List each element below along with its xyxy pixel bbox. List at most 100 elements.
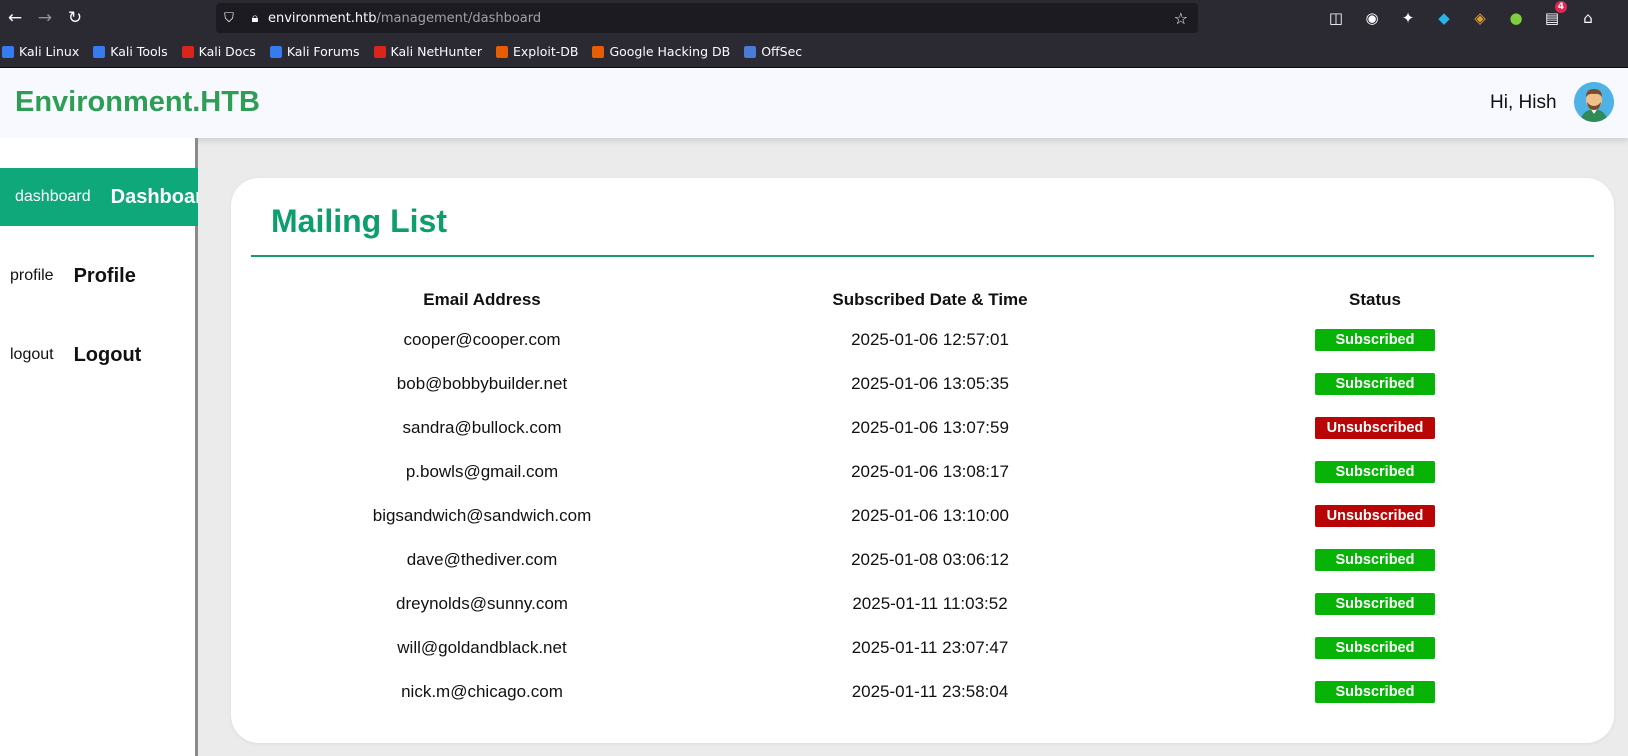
status-badge: Subscribed <box>1315 637 1435 659</box>
kali-tools-icon <box>93 45 106 58</box>
extensions-icon[interactable]: ✦ <box>1390 9 1426 27</box>
bookmarks-bar: Kali Linux Kali Tools Kali Docs Kali For… <box>0 36 1628 68</box>
extension-blue-icon[interactable]: ◆ <box>1426 9 1462 27</box>
status-cell: Subscribed <box>1153 626 1597 670</box>
status-badge: Subscribed <box>1315 549 1435 571</box>
table-row: sandra@bullock.com 2025-01-06 13:07:59 Uns… <box>257 406 1597 450</box>
table-row: dreynolds@sunny.com 2025-01-11 11:03:52 Su… <box>257 582 1597 626</box>
email-cell: p.bowls@gmail.com <box>405 462 559 481</box>
lock-icon[interactable]: 🔒︎ <box>242 11 268 26</box>
avatar[interactable] <box>1574 82 1614 122</box>
back-button[interactable]: ← <box>0 3 30 33</box>
bookmark-kali-linux[interactable]: Kali Linux <box>2 44 79 59</box>
date-cell: 2025-01-11 23:58:04 <box>851 682 1009 701</box>
mailing-list-card: Mailing List Email Address Subscribed Da… <box>231 178 1614 743</box>
date-cell: 2025-01-11 23:07:47 <box>851 638 1009 657</box>
table-row: bigsandwich@sandwich.com 2025-01-06 13:10… <box>257 494 1597 538</box>
kali-forums-icon <box>269 45 282 58</box>
account-icon[interactable]: ◉ <box>1354 9 1390 27</box>
status-badge: Subscribed <box>1315 461 1435 483</box>
google-hacking-db-icon <box>592 45 605 58</box>
extension-js-icon[interactable]: ● <box>1498 9 1534 27</box>
table-row: p.bowls@gmail.com 2025-01-06 13:08:17 Subs… <box>257 450 1597 494</box>
table-header-row: Email Address Subscribed Date & Time Sta… <box>257 282 1597 318</box>
status-badge: Subscribed <box>1315 681 1435 703</box>
kali-nethunter-icon <box>373 45 386 58</box>
bookmark-offsec[interactable]: OffSec <box>744 44 802 59</box>
table-row: will@goldandblack.net 2025-01-11 23:07:47… <box>257 626 1597 670</box>
status-badge: Subscribed <box>1315 593 1435 615</box>
notification-badge: 4 <box>1554 1 1567 13</box>
status-cell: Subscribed <box>1153 670 1597 714</box>
email-cell: sandra@bullock.com <box>402 418 562 437</box>
status-cell: Unsubscribed <box>1153 494 1597 538</box>
page-title: Mailing List <box>271 203 447 239</box>
date-cell: 2025-01-06 13:05:35 <box>851 374 1009 393</box>
bookmark-google-hacking-db[interactable]: Google Hacking DB <box>592 44 730 59</box>
home-icon[interactable]: ⌂ <box>1570 9 1606 27</box>
exploit-db-icon <box>496 45 509 58</box>
email-cell: will@goldandblack.net <box>397 638 567 657</box>
sidebar-item-label: Dashboard <box>110 185 198 208</box>
column-header-status: Status <box>1349 290 1401 309</box>
app-header: Environment.HTB Hi, Hish <box>0 68 1628 138</box>
status-badge: Subscribed <box>1315 329 1435 351</box>
column-header-date: Subscribed Date & Time <box>832 290 1028 309</box>
sidebar-item-key: profile <box>10 267 54 284</box>
column-header-email: Email Address <box>423 290 541 309</box>
bookmark-kali-docs[interactable]: Kali Docs <box>181 44 256 59</box>
url-path: /management/dashboard <box>376 10 542 26</box>
browser-toolbar: ← → ↻ ⛉ 🔒︎ environment.htb/management/da… <box>0 0 1628 36</box>
table-row: dave@thediver.com 2025-01-08 03:06:12 Subs… <box>257 538 1597 582</box>
email-cell: bob@bobbybuilder.net <box>396 374 568 393</box>
table-row: cooper@cooper.com 2025-01-06 12:57:01 Subs… <box>257 318 1597 362</box>
pocket-icon[interactable]: ◫ <box>1318 9 1354 27</box>
bookmark-kali-forums[interactable]: Kali Forums <box>269 44 360 59</box>
email-cell: bigsandwich@sandwich.com <box>372 506 592 525</box>
sidebar-item-dashboard[interactable]: dashboard Dashboard <box>0 168 198 226</box>
shield-icon[interactable]: ⛉ <box>216 11 242 26</box>
table-row: bob@bobbybuilder.net 2025-01-06 13:05:35 S… <box>257 362 1597 406</box>
sidebar-item-label: Profile <box>73 264 136 287</box>
avatar-icon <box>1574 82 1614 122</box>
date-cell: 2025-01-06 13:07:59 <box>851 418 1009 437</box>
status-badge: Unsubscribed <box>1315 505 1435 527</box>
email-cell: dreynolds@sunny.com <box>396 594 568 613</box>
user-greeting: Hi, Hish <box>1490 92 1557 113</box>
url-bar[interactable]: ⛉ 🔒︎ environment.htb/management/dashboar… <box>216 3 1198 33</box>
sidebar-item-profile[interactable]: profile Profile <box>0 247 198 305</box>
notifications-icon[interactable]: ▤ 4 <box>1534 1 1570 27</box>
date-cell: 2025-01-08 03:06:12 <box>851 550 1009 569</box>
email-cell: cooper@cooper.com <box>403 330 561 349</box>
forward-button[interactable]: → <box>30 3 60 33</box>
email-cell: nick.m@chicago.com <box>401 682 563 701</box>
sidebar-item-label: Logout <box>73 343 142 366</box>
bookmark-kali-nethunter[interactable]: Kali NetHunter <box>373 44 482 59</box>
mailing-list-table: Email Address Subscribed Date & Time Sta… <box>257 282 1597 714</box>
date-cell: 2025-01-11 11:03:52 <box>852 594 1008 613</box>
bookmark-kali-tools[interactable]: Kali Tools <box>93 44 168 59</box>
status-badge: Subscribed <box>1315 373 1435 395</box>
status-cell: Subscribed <box>1153 538 1597 582</box>
kali-linux-icon <box>2 45 14 58</box>
status-cell: Subscribed <box>1153 582 1597 626</box>
status-cell: Subscribed <box>1153 450 1597 494</box>
status-cell: Subscribed <box>1153 318 1597 362</box>
sidebar-item-key: logout <box>10 346 54 363</box>
sidebar-item-logout[interactable]: logout Logout <box>0 326 198 384</box>
bookmark-exploit-db[interactable]: Exploit-DB <box>496 44 578 59</box>
reload-button[interactable]: ↻ <box>60 3 90 33</box>
date-cell: 2025-01-06 13:08:17 <box>851 462 1009 481</box>
date-cell: 2025-01-06 12:57:01 <box>851 330 1009 349</box>
date-cell: 2025-01-06 13:10:00 <box>851 506 1009 525</box>
toolbar-actions: ◫ ◉ ✦ ◆ ◈ ● ▤ 4 ⌂ <box>1318 0 1606 36</box>
url-host: environment.htb <box>268 10 377 26</box>
status-cell: Subscribed <box>1153 362 1597 406</box>
bookmark-star-icon[interactable]: ☆ <box>1174 9 1188 28</box>
email-cell: dave@thediver.com <box>406 550 558 569</box>
title-divider <box>251 255 1594 257</box>
sidebar-item-key: dashboard <box>15 188 91 205</box>
extension-wappalyzer-icon[interactable]: ◈ <box>1462 9 1498 27</box>
brand-title: Environment.HTB <box>15 86 260 118</box>
kali-docs-icon <box>181 45 194 58</box>
